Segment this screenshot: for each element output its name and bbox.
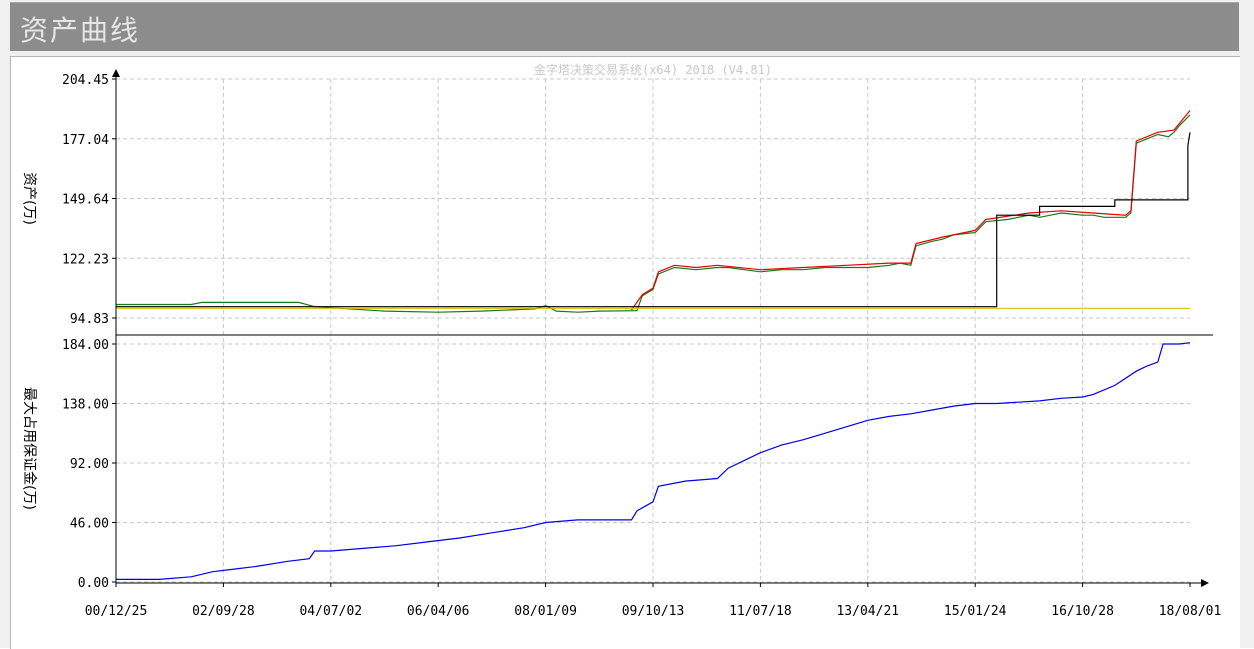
x-axis-arrow [1201, 579, 1209, 587]
y-tick-label: 46.00 [70, 517, 109, 532]
x-tick-label: 04/07/02 [299, 604, 362, 619]
watermark: 金字塔决策交易系统(x64) 2018 (V4.81) [534, 62, 772, 77]
margin-ylabel: 最大占用保证金(万) [21, 387, 37, 510]
y-axis-arrow [112, 69, 120, 77]
x-tick-label: 18/08/01 [1159, 604, 1222, 619]
y-tick-label: 92.00 [70, 457, 109, 472]
y-tick-label: 149.64 [62, 193, 109, 208]
x-tick-label: 15/01/24 [944, 604, 1007, 619]
y-tick-label: 184.00 [62, 338, 109, 353]
y-tick-label: 94.83 [70, 312, 109, 327]
x-tick-label: 02/09/28 [192, 604, 255, 619]
y-tick-label: 138.00 [62, 398, 109, 413]
title-bar: 资产曲线 [10, 2, 1239, 51]
right-edge [1239, 50, 1254, 648]
x-tick-label: 13/04/21 [836, 604, 899, 619]
series-line [631, 110, 1191, 311]
x-tick-label: 09/10/13 [622, 604, 685, 619]
x-tick-label: 00/12/25 [85, 604, 148, 619]
x-tick-label: 06/04/06 [407, 604, 470, 619]
x-tick-label: 11/07/18 [729, 604, 792, 619]
x-tick-label: 08/01/09 [514, 604, 577, 619]
chart-panel: 金字塔决策交易系统(x64) 2018 (V4.81) 00/12/25 02/0… [10, 56, 1240, 649]
chart-canvas: 金字塔决策交易系统(x64) 2018 (V4.81) 00/12/25 02/0… [21, 62, 1221, 619]
x-tick-label: 16/10/28 [1051, 604, 1114, 619]
plot-layer: 00/12/25 02/09/28 04/07/02 06/04/06 08/01/09… [62, 69, 1221, 619]
y-tick-label: 204.45 [62, 73, 109, 88]
y-tick-label: 177.04 [62, 133, 109, 148]
asset-ylabel: 资产(万) [21, 172, 37, 225]
y-tick-label: 0.00 [78, 576, 109, 591]
y-tick-label: 122.23 [62, 252, 109, 267]
window-title: 资产曲线 [20, 14, 141, 47]
